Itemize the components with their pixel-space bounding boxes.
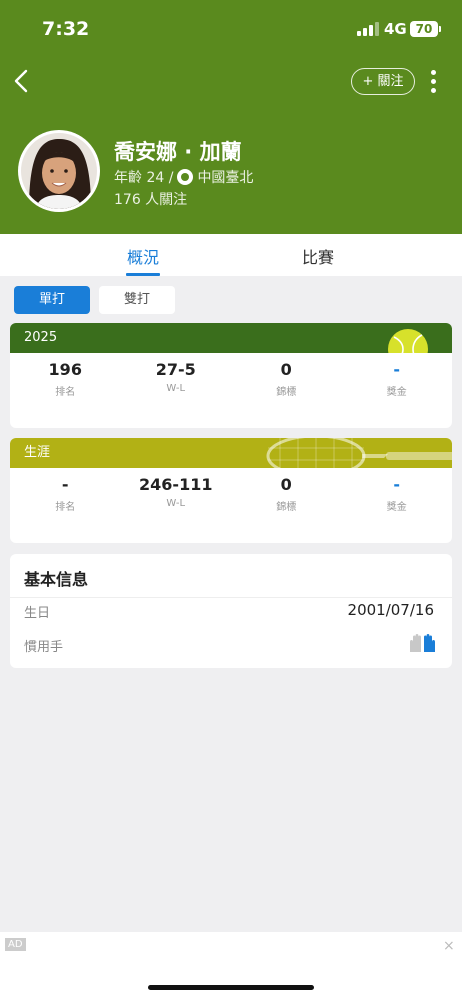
- stat-value: -: [61, 475, 69, 494]
- stat-label: 排名: [55, 502, 76, 513]
- basic-info-card: 基本信息 生日 2001/07/16 慣用手: [10, 554, 452, 668]
- handedness-label: 慣用手: [24, 640, 64, 655]
- stat-prize-money: - 獎金: [342, 474, 453, 513]
- hands-icon: [410, 634, 435, 652]
- player-country: 中國臺北: [197, 170, 254, 186]
- stat-value: 27-5: [155, 360, 196, 379]
- player-meta: 年齡 24 / 中國臺北: [114, 167, 253, 187]
- stat-ranking: 196 排名: [10, 359, 121, 398]
- home-indicator: [148, 985, 314, 990]
- filter-singles[interactable]: 單打: [14, 286, 90, 314]
- tab-bar: 概況 比賽: [0, 234, 462, 276]
- tab-overview[interactable]: 概況: [103, 244, 183, 268]
- career-title: 生涯: [24, 445, 51, 460]
- follow-button[interactable]: + 關注: [351, 68, 415, 95]
- career-card: 生涯 - 排名 246-111 W-L 0 錦標 - 獎金: [10, 438, 452, 543]
- divider: [10, 597, 452, 598]
- stat-win-loss: 27-5 W-L: [121, 359, 232, 398]
- flag-icon: [177, 169, 194, 185]
- battery-icon: 70: [410, 21, 438, 37]
- status-time: 7:32: [42, 18, 90, 40]
- season-card: 2025 196 排名 27-5 W-L 0 錦標 - 獎金: [10, 323, 452, 428]
- player-name: 喬安娜 · 加蘭: [114, 140, 242, 164]
- player-header: 7:32 4G 70 + 關注 喬安娜 · 加蘭 年齡 24 / 中國臺北 17…: [0, 0, 462, 234]
- stat-ranking: - 排名: [10, 474, 121, 513]
- stat-titles: 0 錦標: [231, 359, 342, 398]
- ad-badge: AD: [5, 938, 26, 951]
- stat-label: W-L: [166, 498, 186, 509]
- tennis-ball-icon: [388, 329, 428, 353]
- stat-label: W-L: [166, 383, 186, 394]
- racket-icon: [266, 438, 452, 468]
- stat-label: 獎金: [386, 387, 407, 398]
- network-type: 4G: [384, 20, 407, 38]
- stat-value: -: [393, 360, 401, 379]
- stat-value: 246-111: [139, 475, 213, 494]
- stat-win-loss: 246-111 W-L: [121, 474, 232, 513]
- signal-icon: [357, 22, 379, 36]
- basic-info-title: 基本信息: [24, 570, 89, 589]
- stat-value: -: [393, 475, 401, 494]
- close-icon[interactable]: ×: [443, 938, 455, 954]
- player-avatar: [18, 130, 100, 212]
- career-stats: - 排名 246-111 W-L 0 錦標 - 獎金: [10, 468, 452, 513]
- stat-prize-money: - 獎金: [342, 359, 453, 398]
- career-card-header: 生涯: [10, 438, 452, 468]
- avatar-illustration: [21, 133, 97, 209]
- stat-label: 錦標: [276, 387, 297, 398]
- stat-value: 0: [280, 360, 292, 379]
- player-age: 年齡 24 /: [114, 170, 174, 186]
- stat-label: 排名: [55, 387, 76, 398]
- season-stats: 196 排名 27-5 W-L 0 錦標 - 獎金: [10, 353, 452, 398]
- season-title: 2025: [24, 330, 58, 345]
- stat-titles: 0 錦標: [231, 474, 342, 513]
- back-arrow-icon[interactable]: [8, 66, 38, 96]
- tab-matches[interactable]: 比賽: [278, 244, 358, 268]
- season-card-header: 2025: [10, 323, 452, 353]
- more-vertical-icon[interactable]: [426, 68, 442, 96]
- tab-active-indicator: [126, 273, 160, 276]
- birthday-label: 生日: [24, 606, 51, 621]
- follower-count: 176 人關注: [114, 192, 188, 208]
- birthday-value: 2001/07/16: [347, 601, 434, 619]
- battery-tip: [439, 26, 441, 32]
- stat-label: 獎金: [386, 502, 407, 513]
- stat-value: 0: [280, 475, 292, 494]
- filter-doubles[interactable]: 雙打: [99, 286, 175, 314]
- stat-label: 錦標: [276, 502, 297, 513]
- stat-value: 196: [48, 360, 82, 379]
